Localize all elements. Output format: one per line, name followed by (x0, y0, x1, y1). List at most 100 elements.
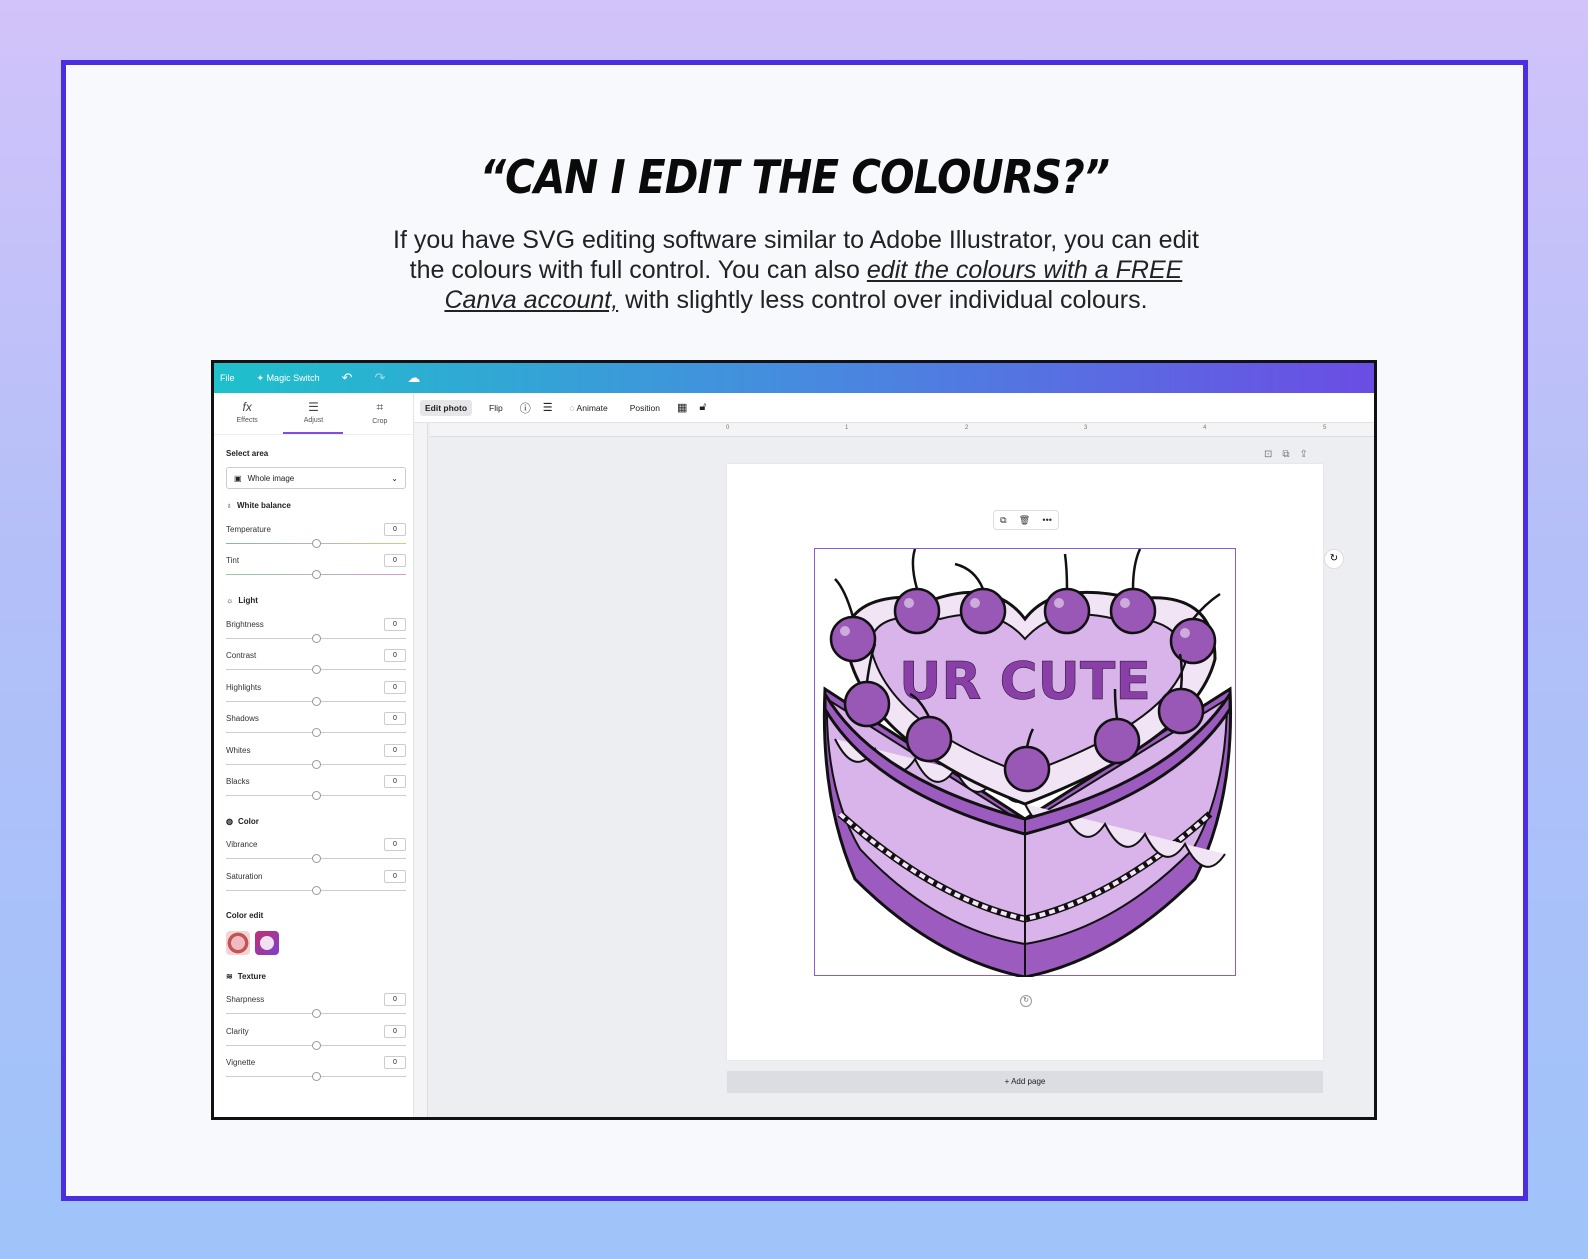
tint-slider[interactable]: Tint 0 (226, 554, 406, 584)
select-area-title: Select area (226, 449, 406, 458)
transparency-icon[interactable]: ▦ (677, 401, 687, 414)
bulb-icon: ♁ (226, 501, 232, 510)
info-icon[interactable]: ⓘ (520, 400, 531, 416)
ruler-tick: 3 (1084, 425, 1088, 431)
tab-adjust[interactable]: ☰ Adjust (283, 400, 344, 434)
more-icon[interactable]: ••• (1042, 515, 1051, 525)
color-edit-label: Color edit (226, 911, 264, 920)
slider-value[interactable]: 0 (384, 712, 406, 725)
slider-label: Whites (226, 746, 251, 755)
slider-knob[interactable] (312, 854, 321, 863)
selected-cake-image[interactable]: UR CUTE (814, 548, 1236, 979)
edit-photo-button[interactable]: Edit photo (420, 399, 473, 416)
magic-switch-button[interactable]: ✦ Magic Switch (257, 373, 320, 384)
color-label: Color (237, 817, 259, 826)
crop-icon: ⌗ (376, 400, 384, 414)
light-label: Light (238, 596, 258, 605)
select-area-label: Select area (226, 449, 269, 458)
slider-knob[interactable] (312, 1009, 321, 1018)
slider-value[interactable]: 0 (384, 649, 406, 662)
blacks-slider[interactable]: Blacks 0 (226, 775, 406, 805)
slider-value[interactable]: 0 (384, 744, 406, 757)
context-toolbar: Edit photo Flip ⓘ ☰ ◌ Animate Position ▦… (414, 393, 1374, 423)
lock-page-icon[interactable]: ⊡ (1264, 449, 1272, 460)
panel-tabs: fx Effects ☰ Adjust ⌗ Crop (214, 393, 413, 435)
slider-value[interactable]: 0 (384, 993, 406, 1006)
rotate-handle-icon[interactable]: ↻ (1020, 995, 1032, 1007)
slider-value[interactable]: 0 (384, 1056, 406, 1069)
slider-knob[interactable] (312, 728, 321, 737)
slider-value[interactable]: 0 (384, 681, 406, 694)
color-edit-app-icon[interactable] (255, 931, 279, 955)
select-area-dropdown[interactable]: ▣ Whole image ⌄ (226, 467, 406, 489)
color-header: ◍ Color (226, 817, 406, 826)
droplet-icon: ◍ (226, 817, 233, 826)
canva-link-part-2[interactable]: Canva account, (444, 286, 618, 314)
slider-label: Blacks (226, 777, 250, 786)
position-button[interactable]: Position (625, 400, 665, 416)
waves-icon: ≋ (226, 972, 233, 981)
page-actions: ⊡ ⧉ ⇪ (1264, 449, 1320, 460)
slider-knob[interactable] (312, 760, 321, 769)
flip-button[interactable]: Flip (484, 400, 508, 416)
canvas-page[interactable]: ⧉ 🗑︎ ••• UR CUTE ↻ (727, 464, 1323, 1060)
undo-icon[interactable]: ↶ (342, 370, 353, 386)
slider-knob[interactable] (312, 539, 321, 548)
vibrance-slider[interactable]: Vibrance 0 (226, 838, 406, 868)
color-edit-header: Color edit (226, 911, 406, 920)
sharpness-slider[interactable]: Sharpness 0 (226, 993, 406, 1023)
slider-knob[interactable] (312, 886, 321, 895)
intro-line-3: with slightly less control over individu… (618, 286, 1148, 314)
trash-icon[interactable]: 🗑︎ (1019, 515, 1030, 526)
slider-value[interactable]: 0 (384, 618, 406, 631)
intro-line-2: the colours with full control. You can a… (409, 256, 867, 284)
highlights-slider[interactable]: Highlights 0 (226, 681, 406, 711)
slider-label: Temperature (226, 525, 271, 534)
shadows-slider[interactable]: Shadows 0 (226, 712, 406, 742)
lock-icon[interactable]: 🔓︎ (699, 401, 706, 414)
add-page-button[interactable]: + Add page (727, 1071, 1323, 1093)
slider-knob[interactable] (312, 791, 321, 800)
slider-knob[interactable] (312, 570, 321, 579)
tab-effects[interactable]: fx Effects (217, 400, 277, 434)
intro-paragraph: If you have SVG editing software similar… (346, 225, 1246, 315)
animate-button[interactable]: ◌ Animate (565, 400, 613, 416)
duplicate-page-icon[interactable]: ⧉ (1282, 449, 1289, 460)
slider-knob[interactable] (312, 665, 321, 674)
slider-label: Contrast (226, 651, 257, 660)
image-icon: ▣ (234, 473, 242, 483)
slider-value[interactable]: 0 (384, 523, 406, 536)
cloud-sync-icon[interactable]: ☁ (407, 370, 420, 386)
canva-link-part-1[interactable]: edit the colours with a FREE (867, 256, 1182, 284)
slider-knob[interactable] (312, 697, 321, 706)
slider-knob[interactable] (312, 1041, 321, 1050)
slider-value[interactable]: 0 (384, 554, 406, 567)
magic-switch-label: Magic Switch (266, 373, 320, 383)
brightness-slider[interactable]: Brightness 0 (226, 618, 406, 648)
vignette-slider[interactable]: Vignette 0 (226, 1056, 406, 1086)
clarity-slider[interactable]: Clarity 0 (226, 1025, 406, 1055)
slider-value[interactable]: 0 (384, 838, 406, 851)
slider-value[interactable]: 0 (384, 1025, 406, 1038)
texture-header: ≋ Texture (226, 972, 406, 981)
slider-value[interactable]: 0 (384, 870, 406, 883)
copy-icon[interactable]: ⧉ (1000, 515, 1006, 526)
refresh-icon[interactable]: ↻ (1324, 549, 1344, 569)
whites-slider[interactable]: Whites 0 (226, 744, 406, 774)
page-title: “CAN I EDIT THE COLOURS?” (479, 150, 1110, 204)
redo-icon[interactable]: ↷ (374, 370, 385, 386)
slider-value[interactable]: 0 (384, 775, 406, 788)
contrast-slider[interactable]: Contrast 0 (226, 649, 406, 679)
file-menu[interactable]: File (220, 373, 235, 383)
ruler-tick: 4 (1203, 425, 1207, 431)
slider-knob[interactable] (312, 634, 321, 643)
saturation-slider[interactable]: Saturation 0 (226, 870, 406, 900)
slider-knob[interactable] (312, 1072, 321, 1081)
share-page-icon[interactable]: ⇪ (1300, 449, 1308, 460)
tab-crop[interactable]: ⌗ Crop (350, 400, 410, 434)
temperature-slider[interactable]: Temperature 0 (226, 523, 406, 553)
cake-thumbnail-swatch[interactable] (226, 931, 250, 955)
lines-icon[interactable]: ☰ (543, 401, 553, 414)
white-balance-header: ♁ White balance (226, 501, 406, 510)
slider-label: Saturation (226, 872, 263, 881)
